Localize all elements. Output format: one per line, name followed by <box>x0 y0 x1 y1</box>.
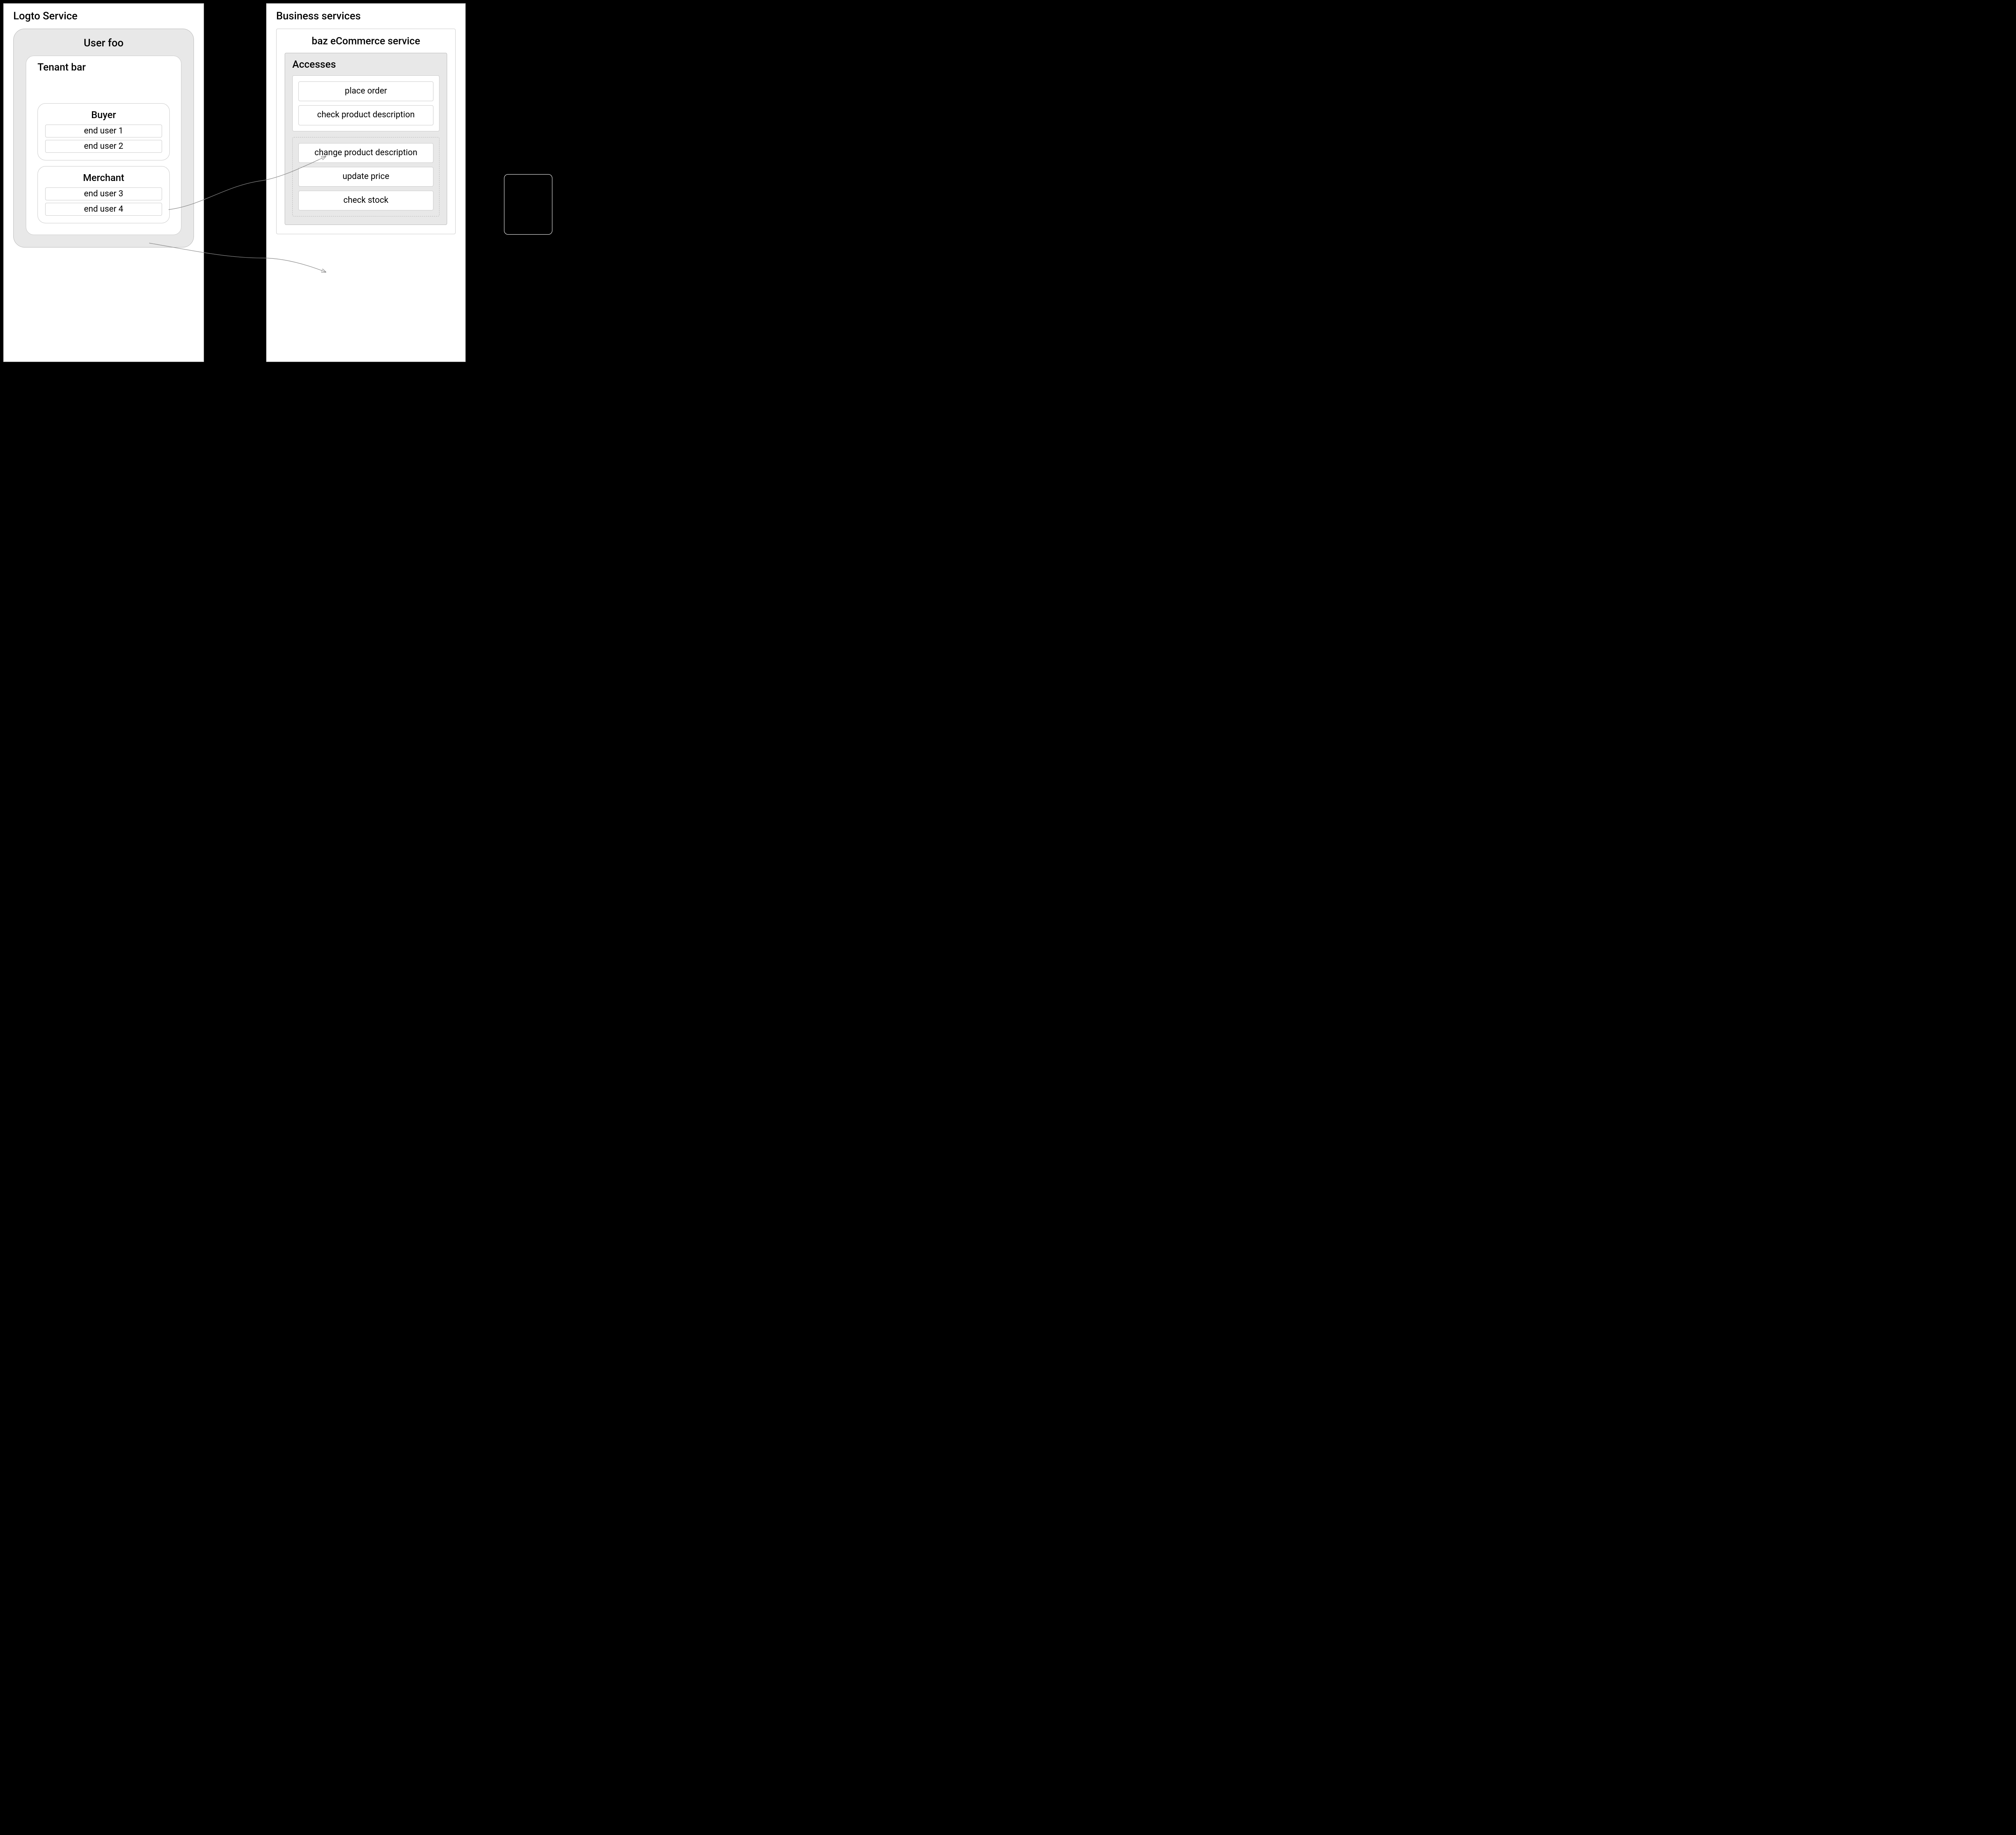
logto-service-title: Logto Service <box>13 10 194 22</box>
end-user-item: end user 4 <box>45 203 162 216</box>
user-foo-title: User foo <box>26 37 181 49</box>
buyer-role-box: Buyer end user 1 end user 2 <box>37 103 170 160</box>
baz-service-box: baz eCommerce service Accesses place ord… <box>276 29 456 234</box>
accesses-title: Accesses <box>292 59 439 71</box>
merchant-role-title: Merchant <box>45 172 162 183</box>
merchant-role-box: Merchant end user 3 end user 4 <box>37 166 170 223</box>
business-services-title: Business services <box>276 10 456 22</box>
end-user-item: end user 1 <box>45 125 162 137</box>
tenant-bar-title: Tenant bar <box>37 62 170 73</box>
access-item: update price <box>298 167 433 187</box>
access-item: change product description <box>298 143 433 163</box>
business-services-panel: Business services baz eCommerce service … <box>266 3 466 362</box>
access-item: check product description <box>298 105 433 125</box>
buyer-role-title: Buyer <box>45 109 162 121</box>
user-foo-box: User foo Tenant bar Buyer end user 1 end… <box>13 29 194 248</box>
logto-service-panel: Logto Service User foo Tenant bar Buyer … <box>3 3 204 362</box>
cropped-edge-box <box>504 174 552 235</box>
end-user-item: end user 3 <box>45 187 162 200</box>
tenant-bar-box: Tenant bar Buyer end user 1 end user 2 M… <box>26 56 181 235</box>
access-item: check stock <box>298 191 433 210</box>
baz-service-title: baz eCommerce service <box>285 35 447 47</box>
accesses-box: Accesses place order check product descr… <box>285 53 447 225</box>
access-group-merchant: change product description update price … <box>292 137 439 217</box>
access-group-buyer: place order check product description <box>292 75 439 131</box>
end-user-item: end user 2 <box>45 140 162 153</box>
access-item: place order <box>298 81 433 101</box>
